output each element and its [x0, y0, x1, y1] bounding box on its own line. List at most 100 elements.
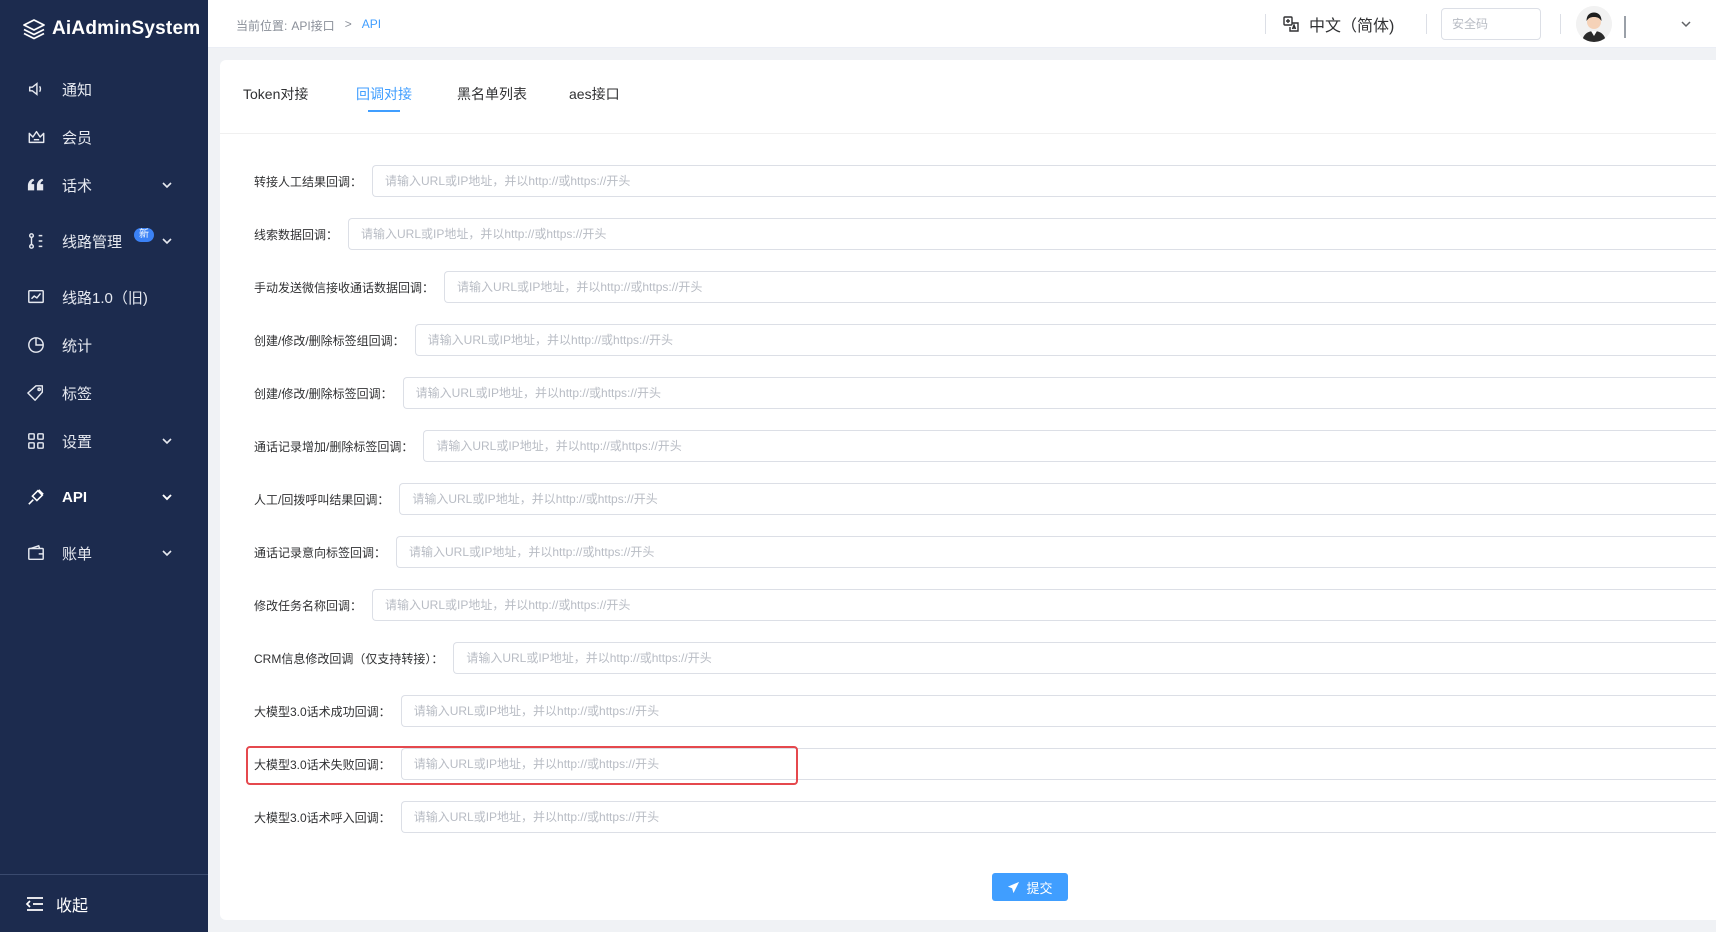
collapse-label: 收起: [56, 897, 89, 915]
user-avatar-icon: [1576, 6, 1612, 42]
llm-success-callback-input[interactable]: [400, 695, 1716, 727]
security-code-input[interactable]: [1441, 8, 1541, 40]
chevron-down-icon: [162, 438, 172, 445]
breadcrumb-separator: >: [344, 17, 352, 31]
chevron-down-icon[interactable]: [1680, 18, 1692, 30]
sidebar-item-label: 统计: [62, 337, 93, 355]
form-row: 通话记录意向标签回调：: [254, 536, 1716, 568]
field-label: 大模型3.0话术失败回调：: [254, 757, 391, 772]
layers-icon: [23, 19, 45, 40]
form-row: 人工/回拨呼叫结果回调：: [254, 483, 1716, 515]
avatar[interactable]: [1576, 6, 1612, 42]
menu-fold-icon: [25, 896, 43, 911]
form-row: 修改任务名称回调：: [254, 589, 1716, 621]
form-row: 创建/修改/删除标签组回调：: [254, 324, 1716, 356]
grid-icon: [26, 431, 46, 451]
sidebar-item-settings[interactable]: 设置: [0, 419, 208, 463]
field-label: CRM信息修改回调（仅支持转接）：: [254, 651, 444, 666]
field-label: 线索数据回调：: [254, 227, 339, 242]
breadcrumb-current: API: [361, 17, 382, 31]
chevron-down-icon: [162, 494, 172, 501]
breadcrumb-parent[interactable]: API接口: [291, 17, 334, 34]
speaker-icon: [26, 79, 46, 99]
crm-update-callback-input[interactable]: [453, 642, 1716, 674]
wechat-call-data-callback-input[interactable]: [444, 271, 1716, 303]
quote-icon: [26, 175, 46, 195]
chevron-down-icon: [162, 182, 172, 189]
llm-failure-callback-input[interactable]: [400, 748, 1716, 780]
intent-tag-callback-input[interactable]: [396, 536, 1716, 568]
sidebar-item-script[interactable]: 话术: [0, 163, 208, 207]
header-divider: [1265, 14, 1266, 34]
tag-icon: [26, 383, 46, 403]
submit-button[interactable]: 提交: [992, 873, 1068, 901]
form-row: CRM信息修改回调（仅支持转接）：: [254, 642, 1716, 674]
field-label: 修改任务名称回调：: [254, 598, 363, 613]
top-header: 当前位置: API接口 > API 中文（简体): [208, 0, 1716, 48]
field-label: 大模型3.0话术成功回调：: [254, 704, 391, 719]
sidebar-item-member[interactable]: 会员: [0, 115, 208, 159]
submit-label: 提交: [1026, 880, 1053, 896]
main-card: Token对接 回调对接 黑名单列表 aes接口 转接人工结果回调： 线索数据回…: [220, 60, 1716, 920]
header-divider: [1560, 14, 1561, 34]
language-label: 中文（简体): [1309, 18, 1395, 35]
form-row: 转接人工结果回调：: [254, 165, 1716, 197]
transfer-result-callback-input[interactable]: [372, 165, 1716, 197]
form-row: 手动发送微信接收通话数据回调：: [254, 271, 1716, 303]
field-label: 通话记录增加/删除标签回调：: [254, 439, 414, 454]
lead-data-callback-input[interactable]: [348, 218, 1716, 250]
tab-token[interactable]: Token对接: [243, 84, 308, 104]
tag-group-callback-input[interactable]: [414, 324, 1716, 356]
field-label: 创建/修改/删除标签组回调：: [254, 333, 405, 348]
field-label: 人工/回拨呼叫结果回调：: [254, 492, 390, 507]
call-record-tag-callback-input[interactable]: [423, 430, 1716, 462]
sidebar-item-label: 设置: [62, 433, 93, 451]
form-row: 线索数据回调：: [254, 218, 1716, 250]
translate-icon: [1283, 16, 1299, 32]
breadcrumb: 当前位置: API接口 > API: [236, 17, 381, 34]
form-row: 大模型3.0话术失败回调：: [254, 748, 1716, 780]
brand[interactable]: AiAdminSystem: [0, 0, 208, 58]
tab-callback[interactable]: 回调对接: [356, 84, 412, 104]
sidebar-item-api[interactable]: API: [0, 475, 208, 519]
new-badge: 新: [134, 228, 154, 242]
send-icon: [1008, 881, 1020, 893]
sidebar-item-label: 账单: [62, 545, 93, 563]
sidebar-item-label: 标签: [62, 385, 93, 403]
form-row: 大模型3.0话术成功回调：: [254, 695, 1716, 727]
form-row: 通话记录增加/删除标签回调：: [254, 430, 1716, 462]
sidebar-item-route-legacy[interactable]: 线路1.0（旧): [0, 275, 208, 319]
sidebar: AiAdminSystem 通知 会员 话术 线路管理 新 线路1.0（旧) 统…: [0, 0, 208, 932]
language-switcher[interactable]: 中文（简体): [1283, 12, 1394, 36]
sidebar-item-label: 会员: [62, 129, 93, 147]
brand-name: AiAdminSystem: [52, 18, 201, 39]
breadcrumb-prefix: 当前位置:: [236, 19, 288, 33]
form-row: 大模型3.0话术呼入回调：: [254, 801, 1716, 833]
field-label: 大模型3.0话术呼入回调：: [254, 810, 391, 825]
tab-bar: Token对接 回调对接 黑名单列表 aes接口: [220, 60, 1716, 134]
route-icon: [26, 231, 46, 251]
tag-callback-input[interactable]: [402, 377, 1716, 409]
chart-monitor-icon: [26, 287, 46, 307]
pie-chart-icon: [26, 335, 46, 355]
plug-icon: [26, 487, 46, 507]
sidebar-item-tags[interactable]: 标签: [0, 371, 208, 415]
chevron-down-icon: [162, 238, 172, 245]
tab-aes[interactable]: aes接口: [569, 84, 620, 104]
form-row: 创建/修改/删除标签回调：: [254, 377, 1716, 409]
tab-blacklist[interactable]: 黑名单列表: [457, 84, 527, 104]
sidebar-item-label: 话术: [62, 177, 93, 195]
manual-callback-result-input[interactable]: [399, 483, 1716, 515]
sidebar-item-stats[interactable]: 统计: [0, 323, 208, 367]
field-label: 转接人工结果回调：: [254, 174, 363, 189]
collapse-sidebar-button[interactable]: 收起: [0, 874, 208, 932]
wallet-icon: [26, 543, 46, 563]
llm-inbound-callback-input[interactable]: [400, 801, 1716, 833]
field-label: 手动发送微信接收通话数据回调：: [254, 280, 435, 295]
crown-icon: [26, 127, 46, 147]
header-divider: [1426, 14, 1427, 34]
sidebar-item-billing[interactable]: 账单: [0, 531, 208, 575]
sidebar-item-notify[interactable]: 通知: [0, 67, 208, 111]
sidebar-item-route[interactable]: 线路管理 新: [0, 219, 208, 263]
task-rename-callback-input[interactable]: [372, 589, 1716, 621]
